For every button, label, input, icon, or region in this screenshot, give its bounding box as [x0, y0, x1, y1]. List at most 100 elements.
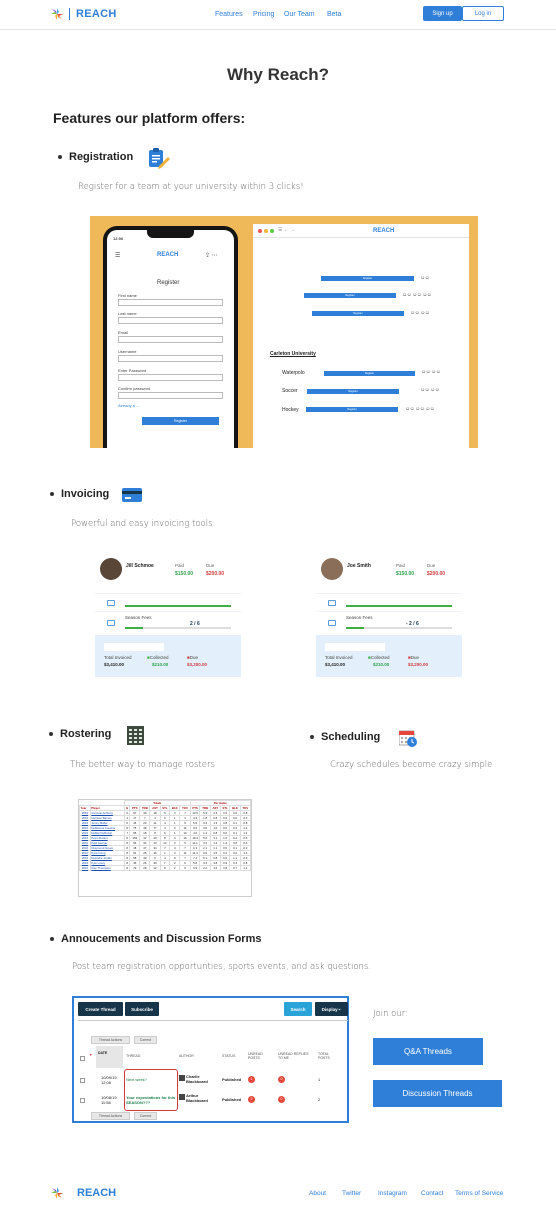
invoice-icon	[107, 620, 115, 626]
footer-link-terms[interactable]: Terms of Service	[455, 1190, 503, 1197]
email-field[interactable]	[118, 336, 223, 343]
nav-pricing[interactable]: Pricing	[253, 11, 274, 18]
player-link[interactable]: Klay Thompson	[89, 865, 125, 871]
avatars-icon: ☺☺ ☺☺	[420, 387, 440, 393]
register-bar[interactable]: Register	[321, 276, 414, 281]
invoice-card[interactable]: Jill Schmoe Paid Due $150.00 $200.00 Sea…	[95, 553, 241, 677]
table-row: 2016 Kevin Durant 8 155 42 20 8 4 16 19.4 5.6 3.1 1.…	[79, 835, 252, 841]
register-bar[interactable]: Register	[312, 311, 404, 316]
create-thread-button[interactable]: Create Thread	[78, 1002, 123, 1016]
unread-me-badge[interactable]: 0	[278, 1076, 285, 1083]
search-button[interactable]: Search	[284, 1002, 312, 1016]
progress-bar	[125, 605, 231, 607]
register-bar[interactable]: Register	[304, 293, 396, 298]
stat-cell: 2	[169, 865, 181, 871]
thread-actions-button[interactable]: Thread Actions	[91, 1112, 130, 1120]
avatar	[321, 558, 343, 580]
roster-grid: Totals Per Game Year Player G PTS TRB AST STL B…	[79, 800, 252, 871]
last-name-field[interactable]	[118, 317, 223, 324]
credit-card-icon	[122, 488, 142, 502]
clipboard-pencil-icon	[149, 148, 170, 169]
collected-amount: $210.00	[152, 662, 169, 667]
column-thread: THREAD	[126, 1054, 141, 1058]
year-link[interactable]: 2016	[79, 865, 91, 871]
invoice-icon	[328, 600, 336, 606]
discussion-forum-screenshot: Create Thread Subscribe Search Display ⌄…	[72, 996, 349, 1123]
stat-cell: 1.6	[209, 865, 221, 871]
footer-link-instagram[interactable]: Instagram	[378, 1190, 407, 1197]
invoice-summary: Total Invoiced $3,410.00 ■Collected $210…	[316, 635, 462, 677]
thread-link[interactable]: Your expectations for this SEASON???	[126, 1095, 176, 1105]
menu-icon: ☰	[115, 253, 121, 259]
footer-link-about[interactable]: About	[309, 1190, 326, 1197]
due-label: Due	[206, 563, 215, 568]
subscribe-button[interactable]: Subscribe	[125, 1002, 159, 1016]
username-field[interactable]	[118, 355, 223, 362]
share-icon: ⇪ ⋯	[205, 253, 218, 259]
column-status: STATUS	[222, 1054, 236, 1058]
stat-cell: 9	[179, 865, 191, 871]
field-label: Username	[118, 349, 137, 354]
calendar-clock-icon	[399, 730, 417, 747]
due-total-label: ■Due	[408, 655, 419, 660]
nav-our-team[interactable]: Our Team	[284, 11, 315, 18]
row-checkbox[interactable]	[80, 1098, 85, 1103]
row-checkbox[interactable]	[80, 1078, 85, 1083]
first-name-field[interactable]	[118, 299, 223, 306]
phone-time: 12:06	[113, 236, 124, 241]
phone-register-button[interactable]: Register	[142, 417, 219, 425]
unread-me-badge[interactable]: 0	[278, 1096, 285, 1103]
display-label: Display	[321, 1006, 338, 1012]
paid-amount: $150.00	[396, 571, 415, 577]
nav-beta[interactable]: Beta	[327, 11, 341, 18]
progress-bar	[346, 605, 452, 607]
invoice-card[interactable]: Joe Smith Paid Due $150.00 $200.00 Seaso…	[316, 553, 462, 677]
table-row: 2016 Carmelo Anthony 6 97 40 18 5 3 7 13.5 5.3 2.3 0…	[79, 810, 252, 816]
footer-brand[interactable]: REACH	[51, 1187, 116, 1199]
thread-actions-button[interactable]: Thread Actions	[91, 1036, 130, 1044]
browser-toolbar: ☰ ← → REACH	[253, 224, 469, 238]
thread-link[interactable]: Next week?	[126, 1077, 147, 1082]
date-column-header[interactable]: DATE	[96, 1046, 123, 1068]
confirm-password-field[interactable]	[118, 392, 223, 399]
nav-features[interactable]: Features	[215, 11, 243, 18]
discussion-threads-button[interactable]: Discussion Threads	[373, 1080, 502, 1107]
register-bar[interactable]: Register	[306, 407, 398, 412]
brand-logo[interactable]: REACH	[51, 8, 117, 20]
thread-date: 10/09/19 12:08	[101, 1075, 117, 1085]
due-total-amount: $3,200.00	[187, 662, 208, 667]
stat-cell: 8	[159, 865, 171, 871]
fee-progress-fill	[346, 627, 364, 629]
sport-label: Waterpolo	[282, 370, 305, 376]
feature-rostering-title: Rostering	[49, 728, 111, 740]
avatars-icon: ☺☺ ☺☺ ☺☺	[402, 292, 432, 298]
register-bar[interactable]: Register	[324, 371, 415, 376]
correct-button[interactable]: Correct	[134, 1036, 157, 1044]
unread-badge[interactable]: 2	[248, 1096, 255, 1103]
feature-announcements-desc: Post team registration opportunties, spo…	[72, 962, 372, 972]
stat-cell: 28	[139, 865, 151, 871]
qa-threads-button[interactable]: Q&A Threads	[373, 1038, 483, 1065]
invoice-row	[316, 593, 462, 611]
select-all-checkbox[interactable]	[80, 1056, 85, 1061]
footer-link-contact[interactable]: Contact	[421, 1190, 443, 1197]
footer-link-twitter[interactable]: Twitter	[342, 1190, 361, 1197]
register-bar[interactable]: Register	[307, 389, 399, 394]
signup-button[interactable]: Sign up	[423, 6, 462, 21]
login-link[interactable]: Already a ...	[118, 403, 139, 408]
table-row: 2016 Paul George 8 66 34 13 13 3 5 11.1 4.3 1.3 1.3 0…	[79, 840, 252, 846]
features-heading: Features our platform offers:	[53, 110, 246, 126]
registration-screenshot: 12:06 ☰ REACH ⇪ ⋯ Register First name La…	[90, 216, 478, 448]
page-title: Why Reach?	[226, 65, 330, 84]
correct-button[interactable]: Correct	[134, 1112, 157, 1120]
unread-badge[interactable]: 1	[248, 1076, 255, 1083]
table-row: 2016 Klay Thompson 8 79 28 12 8 2 9 9.9 2.2 1.6 0.8 0…	[79, 865, 252, 871]
due-amount: $200.00	[427, 571, 446, 577]
join-label: Join our:	[373, 1009, 408, 1019]
stat-cell: 2.2	[199, 865, 211, 871]
password-field[interactable]	[118, 374, 223, 381]
display-dropdown[interactable]: Display ⌄	[315, 1002, 348, 1016]
chevron-down-icon: ⌄	[337, 1006, 342, 1011]
login-button[interactable]: Log in	[462, 6, 504, 21]
fee-label: Season Fees	[346, 615, 373, 620]
